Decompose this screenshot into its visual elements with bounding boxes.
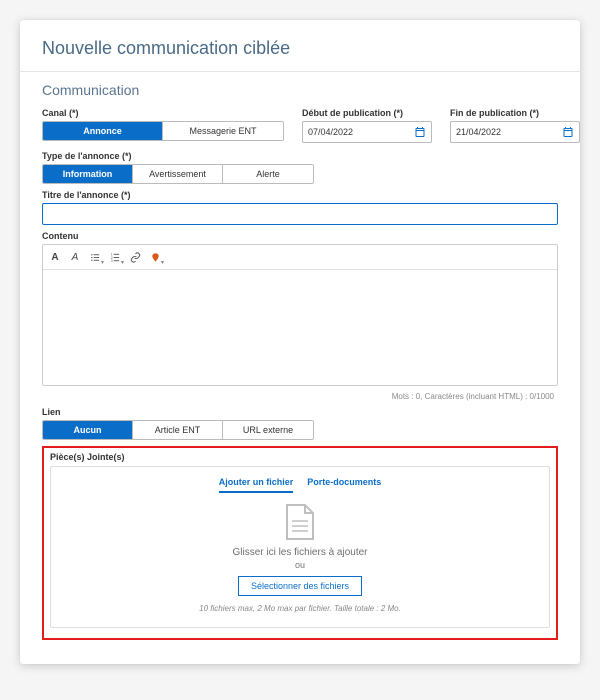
end-date-input[interactable]: 21/04/2022 (450, 121, 580, 143)
tab-add-file[interactable]: Ajouter un fichier (219, 477, 294, 493)
attachments-panel: Ajouter un fichier Porte-documents Gliss… (50, 466, 550, 628)
title-input[interactable] (42, 203, 558, 225)
type-option-warn[interactable]: Avertissement (133, 165, 223, 183)
or-text: ou (63, 560, 537, 570)
link-option-url[interactable]: URL externe (223, 421, 313, 439)
tab-briefcase[interactable]: Porte-documents (307, 477, 381, 493)
row-channel-dates: Canal (*) Annonce Messagerie ENT Début d… (42, 108, 558, 143)
start-date-value: 07/04/2022 (308, 127, 353, 137)
channel-segmented: Annonce Messagerie ENT (42, 121, 284, 141)
attachments-highlight: Pièce(s) Jointe(s) Ajouter un fichier Po… (42, 446, 558, 640)
section-title: Communication (42, 82, 558, 98)
end-date-value: 21/04/2022 (456, 127, 501, 137)
bold-button[interactable]: A (46, 248, 64, 266)
title-label: Titre de l'annonce (*) (42, 190, 558, 200)
content-counter: Mots : 0, Caractères (incluant HTML) : 0… (42, 389, 558, 401)
form-card: Nouvelle communication ciblée Communicat… (20, 20, 580, 664)
clear-format-icon (150, 252, 161, 263)
chevron-down-icon: ▾ (121, 259, 124, 266)
select-files-button[interactable]: Sélectionner des fichiers (238, 576, 362, 596)
link-segmented: Aucun Article ENT URL externe (42, 420, 314, 440)
type-label: Type de l'annonce (*) (42, 151, 558, 161)
link-icon (130, 252, 141, 263)
type-segmented: Information Avertissement Alerte (42, 164, 314, 184)
start-date-label: Début de publication (*) (302, 108, 432, 118)
end-date-label: Fin de publication (*) (450, 108, 580, 118)
link-field: Lien Aucun Article ENT URL externe (42, 407, 558, 440)
channel-option-messaging[interactable]: Messagerie ENT (163, 122, 283, 140)
type-option-info[interactable]: Information (43, 165, 133, 183)
editor-textarea[interactable] (43, 270, 557, 385)
attachments-tabs: Ajouter un fichier Porte-documents (63, 477, 537, 493)
link-option-none[interactable]: Aucun (43, 421, 133, 439)
link-label: Lien (42, 407, 558, 417)
link-option-article[interactable]: Article ENT (133, 421, 223, 439)
svg-text:3: 3 (110, 259, 112, 263)
content-label: Contenu (42, 231, 558, 241)
title-field: Titre de l'annonce (*) (42, 190, 558, 225)
divider (20, 71, 580, 72)
start-date-field: Début de publication (*) 07/04/2022 (302, 108, 432, 143)
page-title: Nouvelle communication ciblée (42, 38, 558, 59)
list-icon (90, 252, 101, 263)
start-date-input[interactable]: 07/04/2022 (302, 121, 432, 143)
attachments-label: Pièce(s) Jointe(s) (50, 452, 550, 462)
chevron-down-icon: ▾ (161, 259, 164, 266)
editor-toolbar: A A ▾ 123 ▾ ▾ (43, 245, 557, 270)
calendar-icon (414, 126, 426, 138)
channel-field: Canal (*) Annonce Messagerie ENT (42, 108, 284, 143)
file-icon (285, 503, 315, 541)
end-date-field: Fin de publication (*) 21/04/2022 (450, 108, 580, 143)
link-button[interactable] (126, 248, 144, 266)
calendar-icon (562, 126, 574, 138)
channel-label: Canal (*) (42, 108, 284, 118)
content-field: Contenu A A ▾ 123 ▾ ▾ (42, 231, 558, 401)
rich-text-editor: A A ▾ 123 ▾ ▾ (42, 244, 558, 386)
attachments-hint: 10 fichiers max, 2 Mo max par fichier. T… (63, 604, 537, 613)
type-option-alert[interactable]: Alerte (223, 165, 313, 183)
chevron-down-icon: ▾ (101, 259, 104, 266)
italic-button[interactable]: A (66, 248, 84, 266)
channel-option-announcement[interactable]: Annonce (43, 122, 163, 140)
drop-zone-text: Glisser ici les fichiers à ajouter (63, 547, 537, 558)
ordered-list-icon: 123 (110, 252, 121, 263)
bullet-list-button[interactable]: ▾ (86, 248, 104, 266)
type-field: Type de l'annonce (*) Information Averti… (42, 151, 558, 184)
ordered-list-button[interactable]: 123 ▾ (106, 248, 124, 266)
clear-format-button[interactable]: ▾ (146, 248, 164, 266)
